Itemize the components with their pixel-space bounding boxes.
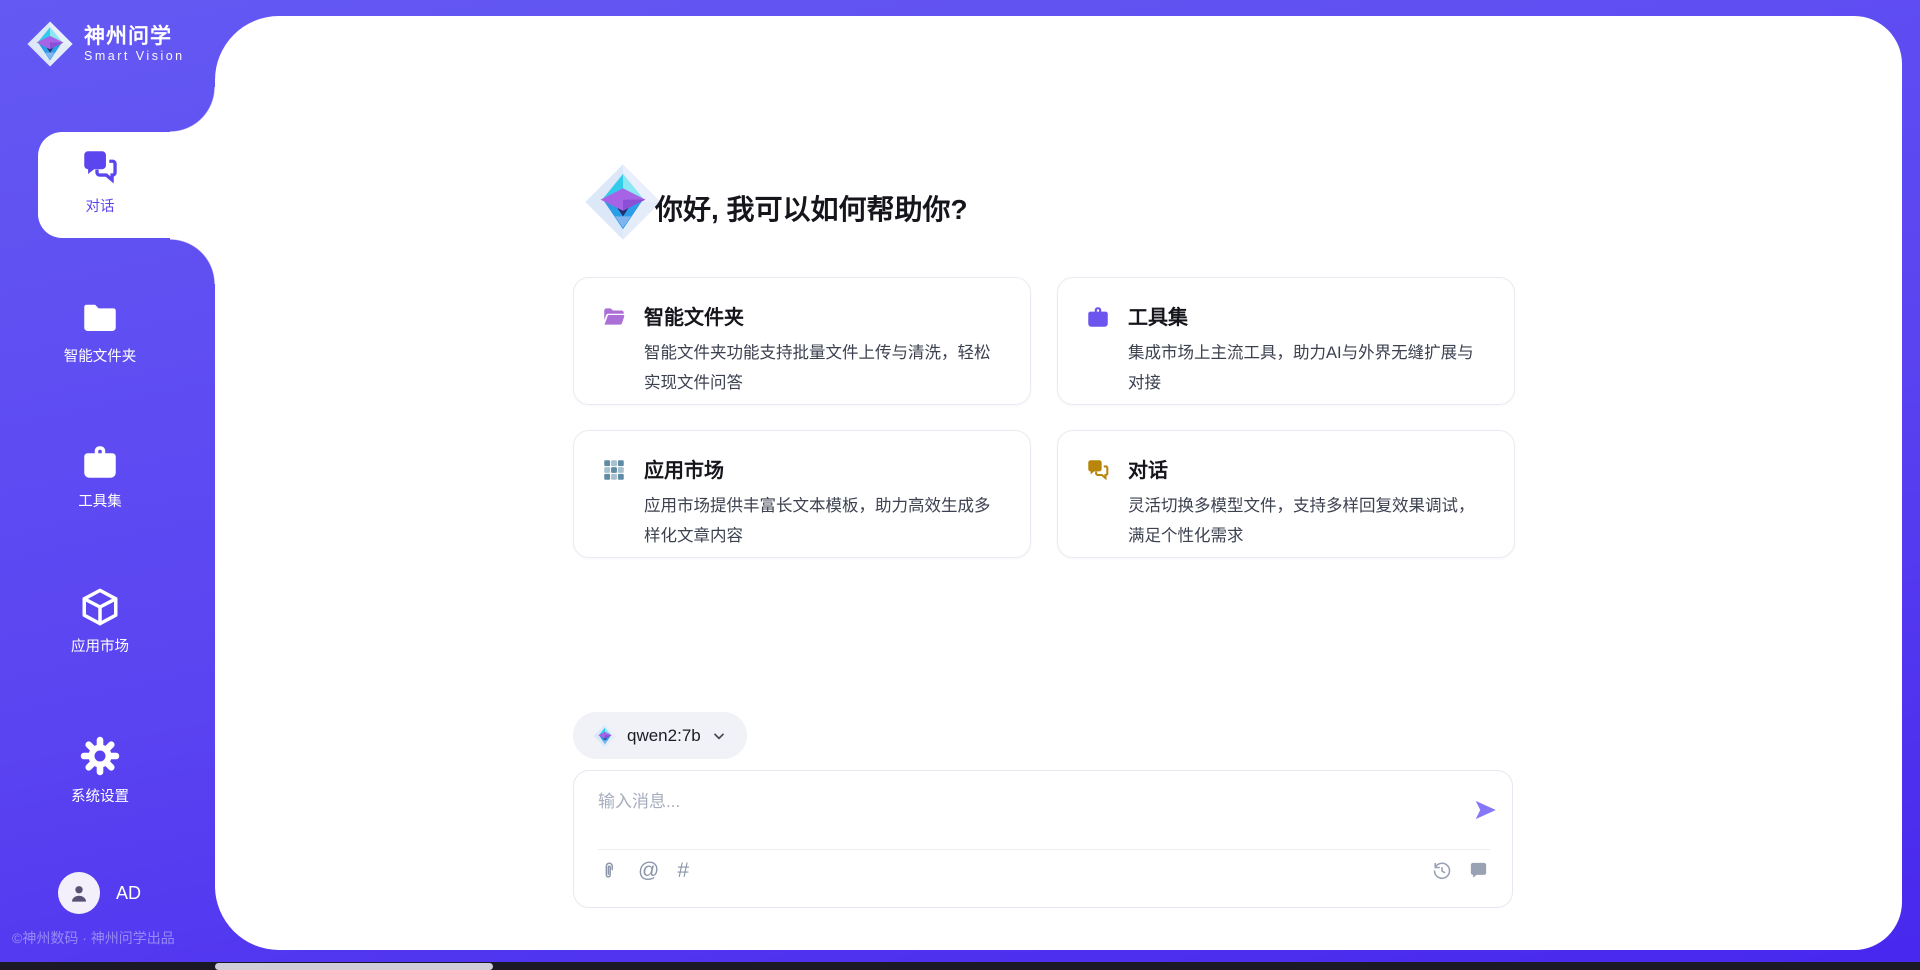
folder-open-icon — [601, 304, 627, 330]
sidebar-item-label: 对话 — [86, 195, 115, 216]
sidebar-item-label: 工具集 — [78, 490, 122, 511]
message-composer: @ # — [573, 770, 1513, 908]
gear-icon — [78, 734, 122, 778]
sidebar-item-chat[interactable]: 对话 — [0, 146, 200, 216]
brand-diamond-icon — [26, 20, 74, 68]
tab-fillet-bottom — [170, 238, 216, 284]
topic-hash-icon[interactable]: # — [677, 859, 689, 883]
feature-card-chat[interactable]: 对话 灵活切换多模型文件，支持多样回复效果调试，满足个性化需求 — [1057, 430, 1515, 558]
card-title: 应用市场 — [644, 454, 724, 483]
horizontal-scrollbar-thumb[interactable] — [215, 963, 493, 970]
feature-card-app-market[interactable]: 应用市场 应用市场提供丰富长文本模板，助力高效生成多样化文章内容 — [573, 430, 1031, 558]
paperclip-icon[interactable] — [598, 860, 620, 882]
send-icon[interactable] — [1472, 797, 1498, 823]
sidebar-item-label: 系统设置 — [71, 785, 129, 806]
feature-card-smart-folder[interactable]: 智能文件夹 智能文件夹功能支持批量文件上传与清洗，轻松实现文件问答 — [573, 277, 1031, 405]
grid-cube-icon — [601, 457, 627, 483]
card-description: 灵活切换多模型文件，支持多样回复效果调试，满足个性化需求 — [1128, 491, 1490, 551]
feedback-bubble-icon[interactable] — [1467, 859, 1490, 882]
card-title: 对话 — [1128, 454, 1168, 483]
card-title: 智能文件夹 — [644, 301, 744, 330]
sidebar-item-toolset[interactable]: 工具集 — [0, 441, 200, 511]
copyright-text: ©神州数码 · 神州问学出品 — [12, 928, 175, 948]
sidebar-item-label: 应用市场 — [71, 635, 129, 656]
history-icon[interactable] — [1431, 860, 1453, 882]
toolbox-icon — [1085, 304, 1111, 330]
user-initials: AD — [116, 883, 141, 904]
card-description: 集成市场上主流工具，助力AI与外界无缝扩展与对接 — [1128, 338, 1490, 398]
greeting-title: 你好, 我可以如何帮助你? — [655, 188, 968, 228]
tab-fillet-top — [170, 87, 216, 133]
model-diamond-icon — [593, 724, 617, 748]
greeting-diamond-icon — [583, 160, 663, 244]
card-title: 工具集 — [1128, 301, 1188, 330]
chat-icon — [1085, 457, 1111, 483]
model-name: qwen2:7b — [627, 726, 701, 746]
app-title: 神州问学 — [84, 25, 185, 49]
feature-card-toolset[interactable]: 工具集 集成市场上主流工具，助力AI与外界无缝扩展与对接 — [1057, 277, 1515, 405]
sidebar-item-settings[interactable]: 系统设置 — [0, 734, 200, 806]
app-subtitle: Smart Vision — [84, 49, 185, 63]
cube-icon — [79, 586, 121, 628]
mention-icon[interactable]: @ — [638, 859, 659, 883]
chat-icon — [79, 146, 121, 188]
user-avatar[interactable] — [58, 872, 100, 914]
app-logo: 神州问学 Smart Vision — [26, 20, 185, 68]
card-description: 应用市场提供丰富长文本模板，助力高效生成多样化文章内容 — [644, 491, 1006, 551]
person-icon — [66, 880, 92, 906]
sidebar-item-app-market[interactable]: 应用市场 — [0, 586, 200, 656]
chevron-down-icon — [711, 728, 727, 744]
sidebar-item-smart-folder[interactable]: 智能文件夹 — [0, 296, 200, 366]
sidebar-item-label: 智能文件夹 — [64, 345, 137, 366]
composer-divider — [598, 849, 1490, 850]
model-selector[interactable]: qwen2:7b — [573, 712, 747, 759]
folder-icon — [79, 296, 121, 338]
message-input[interactable] — [598, 787, 1438, 843]
toolbox-icon — [79, 441, 121, 483]
card-description: 智能文件夹功能支持批量文件上传与清洗，轻松实现文件问答 — [644, 338, 1006, 398]
